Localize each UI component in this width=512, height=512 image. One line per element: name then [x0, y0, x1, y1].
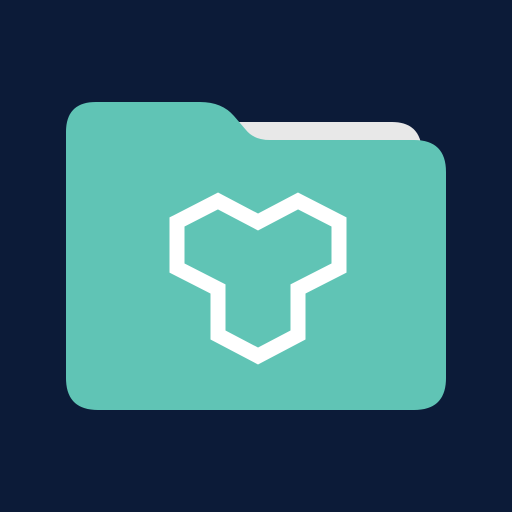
folder-app-icon [0, 0, 512, 512]
folder-body [66, 102, 446, 410]
folder-icon [0, 0, 512, 512]
